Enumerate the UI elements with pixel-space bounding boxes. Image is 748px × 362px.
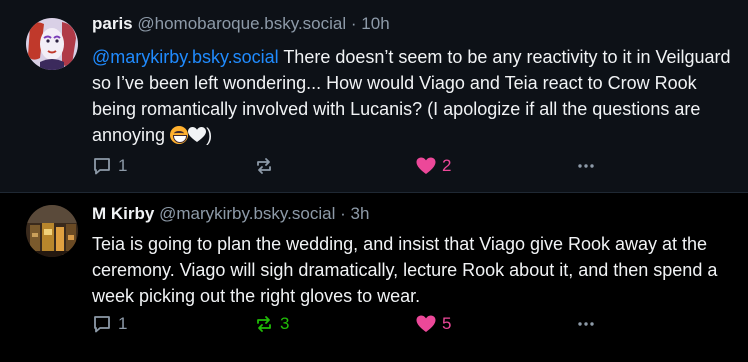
author-name[interactable]: paris: [92, 14, 133, 33]
separator-dot: ·: [340, 204, 346, 223]
post-time[interactable]: 10h: [361, 14, 389, 33]
grinning-sweat-emoji-icon: [170, 126, 189, 144]
ellipsis-icon: [578, 164, 594, 168]
white-heart-emoji-icon: [188, 127, 207, 142]
repost-count: 3: [280, 314, 290, 333]
speech-bubble-icon: [94, 158, 110, 175]
like-button[interactable]: 5: [416, 314, 451, 334]
reply-button[interactable]: 1: [92, 314, 127, 334]
repost-arrows-icon: [257, 316, 271, 332]
post-parent[interactable]: paris @homobaroque.bsky.social · 10h @ma…: [0, 0, 748, 193]
reply-button[interactable]: 1: [92, 156, 127, 176]
ellipsis-icon: [578, 322, 594, 326]
heart-icon: [416, 315, 436, 332]
post-actions: 1 2: [92, 156, 632, 180]
more-options-button[interactable]: [576, 314, 596, 334]
like-button[interactable]: 2: [416, 156, 451, 176]
more-options-button[interactable]: [576, 156, 596, 176]
post-reply[interactable]: M Kirby @marykirby.bsky.social · 3h Teia…: [0, 193, 748, 362]
post-header: M Kirby @marykirby.bsky.social · 3h: [92, 204, 369, 224]
mention-link[interactable]: @marykirby.bsky.social: [92, 47, 279, 67]
post-header: paris @homobaroque.bsky.social · 10h: [92, 14, 390, 34]
post-text-end: ): [206, 125, 213, 145]
heart-icon: [416, 157, 436, 174]
post-time[interactable]: 3h: [351, 204, 370, 223]
author-handle[interactable]: @homobaroque.bsky.social: [137, 14, 346, 33]
author-name[interactable]: M Kirby: [92, 204, 154, 223]
reply-count: 1: [118, 156, 128, 175]
repost-button[interactable]: [254, 156, 280, 176]
speech-bubble-icon: [94, 316, 110, 333]
author-handle[interactable]: @marykirby.bsky.social: [159, 204, 335, 223]
reply-count: 1: [118, 314, 128, 333]
post-actions: 1 3 5: [92, 314, 632, 338]
separator-dot: ·: [350, 14, 357, 33]
like-count: 2: [442, 156, 452, 175]
avatar[interactable]: [26, 205, 78, 257]
avatar[interactable]: [26, 18, 78, 70]
like-count: 5: [442, 314, 452, 333]
post-text: Teia is going to plan the wedding, and i…: [92, 234, 718, 306]
repost-arrows-icon: [257, 158, 271, 174]
post-text: @marykirby.bsky.social There doesn’t see…: [92, 44, 732, 148]
repost-button[interactable]: 3: [254, 314, 289, 334]
